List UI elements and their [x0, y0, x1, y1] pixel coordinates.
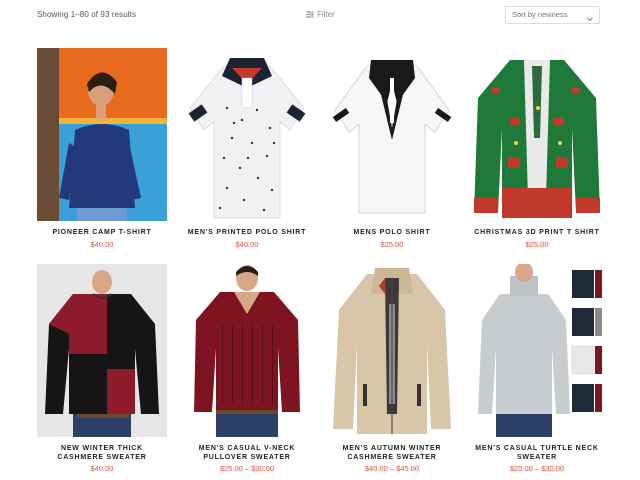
product-price: $25.00 – $30.00 — [219, 464, 275, 473]
product-name-line: MEN'S CASUAL V-NECK — [198, 445, 296, 452]
product-image[interactable] — [327, 48, 457, 221]
product-image[interactable] — [182, 48, 312, 221]
chevron-down-icon — [587, 12, 593, 28]
product-name[interactable]: MEN'S AUTUMN WINTER CASHMERE SWEATER — [323, 444, 461, 462]
sort-select[interactable]: Sort by newness — [505, 6, 600, 24]
product-image[interactable] — [37, 264, 167, 437]
product-name-line: SWEATER — [516, 454, 558, 461]
product-name-line: PULLOVER SWEATER — [203, 454, 291, 461]
product-image[interactable] — [182, 264, 312, 437]
filter-label: Filter — [317, 10, 335, 19]
product-image[interactable] — [472, 48, 602, 221]
result-count: Showing 1–80 of 93 results — [37, 10, 137, 19]
shop-toolbar: Showing 1–80 of 93 results Filter Sort b… — [0, 0, 640, 36]
product-price: $25.00 – $30.00 — [509, 464, 565, 473]
product-name[interactable]: NEW WINTER THICK CASHMERE SWEATER — [33, 444, 171, 462]
product-name[interactable]: CHRISTMAS 3D PRINT T SHIRT — [468, 228, 606, 237]
product-card[interactable]: MENS POLO SHIRT $25.00 — [327, 48, 457, 253]
product-card[interactable]: MEN'S AUTUMN WINTER CASHMERE SWEATER $40… — [327, 264, 457, 480]
product-name[interactable]: PIONEER CAMP T-SHIRT — [33, 228, 171, 237]
product-name-line: MEN'S CASUAL TURTLE NECK — [475, 445, 599, 452]
product-image[interactable] — [472, 264, 602, 437]
product-price: $40.00 — [90, 464, 114, 473]
product-price: $25.00 — [380, 240, 404, 249]
product-name[interactable]: MEN'S PRINTED POLO SHIRT — [178, 228, 316, 237]
sort-selected-value: Sort by newness — [512, 10, 568, 19]
sliders-icon — [306, 11, 314, 18]
product-name-line: NEW WINTER THICK — [60, 445, 143, 452]
product-name[interactable]: MEN'S CASUAL V-NECK PULLOVER SWEATER — [178, 444, 316, 462]
product-price: $40.00 — [235, 240, 259, 249]
product-price: $40.00 – $45.00 — [364, 464, 420, 473]
product-price: $25.00 — [525, 240, 549, 249]
product-image[interactable] — [327, 264, 457, 437]
product-card[interactable]: NEW WINTER THICK CASHMERE SWEATER $40.00 — [37, 264, 167, 480]
product-card[interactable]: MEN'S CASUAL V-NECK PULLOVER SWEATER $25… — [182, 264, 312, 480]
product-card[interactable]: CHRISTMAS 3D PRINT T SHIRT $25.00 — [472, 48, 602, 253]
product-card[interactable]: MEN'S CASUAL TURTLE NECK SWEATER $25.00 … — [472, 264, 602, 480]
product-name-line: CASHMERE SWEATER — [57, 454, 147, 461]
product-name[interactable]: MENS POLO SHIRT — [323, 228, 461, 237]
product-name[interactable]: MEN'S CASUAL TURTLE NECK SWEATER — [468, 444, 606, 462]
product-name-line: MEN'S AUTUMN WINTER — [342, 445, 442, 452]
product-card[interactable]: PIONEER CAMP T-SHIRT $40.00 — [37, 48, 167, 253]
product-image[interactable] — [37, 48, 167, 221]
product-name-line: CASHMERE SWEATER — [347, 454, 437, 461]
product-card[interactable]: MEN'S PRINTED POLO SHIRT $40.00 — [182, 48, 312, 253]
filter-button[interactable]: Filter — [306, 10, 335, 19]
product-price: $40.00 — [90, 240, 114, 249]
